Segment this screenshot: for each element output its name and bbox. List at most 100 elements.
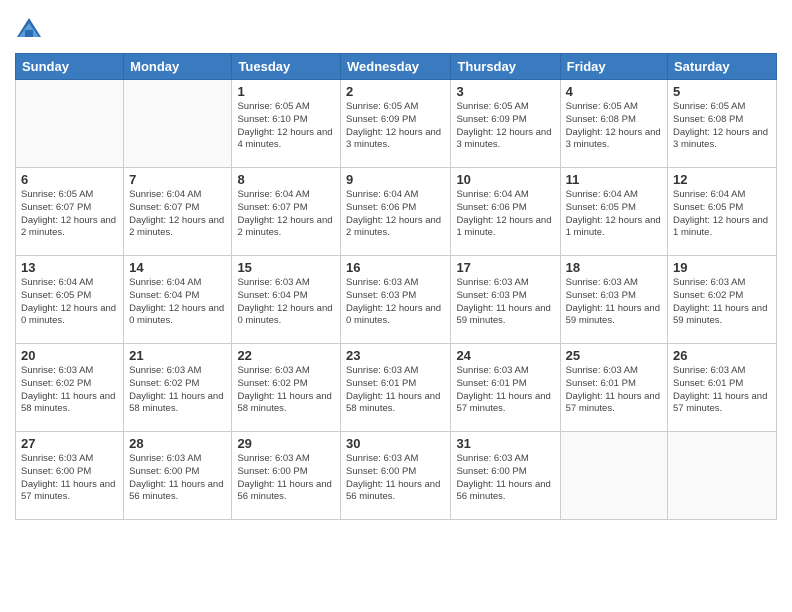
day-number: 2 <box>346 84 445 99</box>
calendar-cell: 22 Sunrise: 6:03 AM Sunset: 6:02 PM Dayli… <box>232 344 341 432</box>
calendar-cell: 3 Sunrise: 6:05 AM Sunset: 6:09 PM Daylig… <box>451 80 560 168</box>
day-info: Sunrise: 6:03 AM Sunset: 6:01 PM Dayligh… <box>456 365 554 416</box>
day-number: 9 <box>346 172 445 187</box>
calendar-cell: 11 Sunrise: 6:04 AM Sunset: 6:05 PM Dayli… <box>560 168 667 256</box>
calendar-cell: 9Sunrise: 6:04 AM Sunset: 6:06 PM Daylig… <box>341 168 451 256</box>
calendar-cell: 16 Sunrise: 6:03 AM Sunset: 6:03 PM Dayli… <box>341 256 451 344</box>
day-info: Sunrise: 6:03 AM Sunset: 6:02 PM Dayligh… <box>129 365 226 416</box>
day-number: 28 <box>129 436 226 451</box>
day-info: Sunrise: 6:05 AM Sunset: 6:09 PM Dayligh… <box>346 101 445 152</box>
logo-icon <box>15 15 43 43</box>
calendar-cell: 21Sunrise: 6:03 AM Sunset: 6:02 PM Dayli… <box>124 344 232 432</box>
calendar-cell: 30 Sunrise: 6:03 AM Sunset: 6:00 PM Dayli… <box>341 432 451 520</box>
calendar-cell: 28 Sunrise: 6:03 AM Sunset: 6:00 PM Dayli… <box>124 432 232 520</box>
day-info: Sunrise: 6:05 AM Sunset: 6:07 PM Dayligh… <box>21 189 118 240</box>
day-number: 6 <box>21 172 118 187</box>
day-number: 23 <box>346 348 445 363</box>
day-info: Sunrise: 6:03 AM Sunset: 6:02 PM Dayligh… <box>673 277 771 328</box>
day-number: 13 <box>21 260 118 275</box>
day-number: 22 <box>237 348 335 363</box>
weekday-header: Saturday <box>668 54 777 80</box>
day-number: 10 <box>456 172 554 187</box>
day-info: Sunrise: 6:03 AM Sunset: 6:02 PM Dayligh… <box>237 365 335 416</box>
calendar-cell: 10 Sunrise: 6:04 AM Sunset: 6:06 PM Dayli… <box>451 168 560 256</box>
day-info: Sunrise: 6:03 AM Sunset: 6:00 PM Dayligh… <box>129 453 226 504</box>
weekday-header: Thursday <box>451 54 560 80</box>
calendar-week-row: 20 Sunrise: 6:03 AM Sunset: 6:02 PM Dayli… <box>16 344 777 432</box>
calendar-cell: 12 Sunrise: 6:04 AM Sunset: 6:05 PM Dayli… <box>668 168 777 256</box>
day-info: Sunrise: 6:05 AM Sunset: 6:08 PM Dayligh… <box>673 101 771 152</box>
day-number: 16 <box>346 260 445 275</box>
calendar-cell: 26 Sunrise: 6:03 AM Sunset: 6:01 PM Dayli… <box>668 344 777 432</box>
calendar-cell: 31 Sunrise: 6:03 AM Sunset: 6:00 PM Dayli… <box>451 432 560 520</box>
day-number: 8 <box>237 172 335 187</box>
day-number: 29 <box>237 436 335 451</box>
day-number: 5 <box>673 84 771 99</box>
day-number: 15 <box>237 260 335 275</box>
day-info: Sunrise: 6:03 AM Sunset: 6:00 PM Dayligh… <box>21 453 118 504</box>
calendar-cell: 1Sunrise: 6:05 AM Sunset: 6:10 PM Daylig… <box>232 80 341 168</box>
day-number: 26 <box>673 348 771 363</box>
day-info: Sunrise: 6:03 AM Sunset: 6:03 PM Dayligh… <box>566 277 662 328</box>
day-info: Sunrise: 6:04 AM Sunset: 6:05 PM Dayligh… <box>673 189 771 240</box>
day-number: 1 <box>237 84 335 99</box>
day-number: 20 <box>21 348 118 363</box>
day-info: Sunrise: 6:05 AM Sunset: 6:08 PM Dayligh… <box>566 101 662 152</box>
calendar-cell: 19 Sunrise: 6:03 AM Sunset: 6:02 PM Dayli… <box>668 256 777 344</box>
calendar-cell <box>16 80 124 168</box>
day-number: 25 <box>566 348 662 363</box>
day-number: 17 <box>456 260 554 275</box>
calendar: SundayMondayTuesdayWednesdayThursdayFrid… <box>15 53 777 520</box>
day-info: Sunrise: 6:04 AM Sunset: 6:06 PM Dayligh… <box>456 189 554 240</box>
calendar-cell: 27 Sunrise: 6:03 AM Sunset: 6:00 PM Dayli… <box>16 432 124 520</box>
day-number: 11 <box>566 172 662 187</box>
weekday-header-row: SundayMondayTuesdayWednesdayThursdayFrid… <box>16 54 777 80</box>
calendar-cell <box>560 432 667 520</box>
weekday-header: Sunday <box>16 54 124 80</box>
weekday-header: Monday <box>124 54 232 80</box>
calendar-cell: 18 Sunrise: 6:03 AM Sunset: 6:03 PM Dayli… <box>560 256 667 344</box>
calendar-cell: 2 Sunrise: 6:05 AM Sunset: 6:09 PM Daylig… <box>341 80 451 168</box>
day-number: 31 <box>456 436 554 451</box>
day-number: 18 <box>566 260 662 275</box>
day-info: Sunrise: 6:03 AM Sunset: 6:00 PM Dayligh… <box>346 453 445 504</box>
day-info: Sunrise: 6:04 AM Sunset: 6:07 PM Dayligh… <box>237 189 335 240</box>
calendar-cell: 29 Sunrise: 6:03 AM Sunset: 6:00 PM Dayli… <box>232 432 341 520</box>
calendar-cell: 7Sunrise: 6:04 AM Sunset: 6:07 PM Daylig… <box>124 168 232 256</box>
calendar-week-row: 1Sunrise: 6:05 AM Sunset: 6:10 PM Daylig… <box>16 80 777 168</box>
calendar-week-row: 13Sunrise: 6:04 AM Sunset: 6:05 PM Dayli… <box>16 256 777 344</box>
day-number: 12 <box>673 172 771 187</box>
calendar-week-row: 6 Sunrise: 6:05 AM Sunset: 6:07 PM Daylig… <box>16 168 777 256</box>
calendar-cell: 13Sunrise: 6:04 AM Sunset: 6:05 PM Dayli… <box>16 256 124 344</box>
page: SundayMondayTuesdayWednesdayThursdayFrid… <box>0 0 792 612</box>
calendar-cell: 8 Sunrise: 6:04 AM Sunset: 6:07 PM Daylig… <box>232 168 341 256</box>
header <box>15 15 777 43</box>
day-info: Sunrise: 6:03 AM Sunset: 6:01 PM Dayligh… <box>566 365 662 416</box>
day-number: 19 <box>673 260 771 275</box>
day-info: Sunrise: 6:03 AM Sunset: 6:00 PM Dayligh… <box>237 453 335 504</box>
day-info: Sunrise: 6:04 AM Sunset: 6:07 PM Dayligh… <box>129 189 226 240</box>
day-info: Sunrise: 6:04 AM Sunset: 6:04 PM Dayligh… <box>129 277 226 328</box>
day-info: Sunrise: 6:04 AM Sunset: 6:05 PM Dayligh… <box>566 189 662 240</box>
calendar-cell: 4 Sunrise: 6:05 AM Sunset: 6:08 PM Daylig… <box>560 80 667 168</box>
calendar-cell: 17Sunrise: 6:03 AM Sunset: 6:03 PM Dayli… <box>451 256 560 344</box>
weekday-header: Tuesday <box>232 54 341 80</box>
calendar-cell: 25 Sunrise: 6:03 AM Sunset: 6:01 PM Dayli… <box>560 344 667 432</box>
weekday-header: Friday <box>560 54 667 80</box>
day-info: Sunrise: 6:03 AM Sunset: 6:01 PM Dayligh… <box>346 365 445 416</box>
logo <box>15 15 47 43</box>
day-info: Sunrise: 6:03 AM Sunset: 6:01 PM Dayligh… <box>673 365 771 416</box>
day-number: 4 <box>566 84 662 99</box>
calendar-cell: 23 Sunrise: 6:03 AM Sunset: 6:01 PM Dayli… <box>341 344 451 432</box>
day-number: 27 <box>21 436 118 451</box>
day-info: Sunrise: 6:03 AM Sunset: 6:03 PM Dayligh… <box>346 277 445 328</box>
calendar-cell: 15Sunrise: 6:03 AM Sunset: 6:04 PM Dayli… <box>232 256 341 344</box>
day-number: 3 <box>456 84 554 99</box>
day-info: Sunrise: 6:05 AM Sunset: 6:09 PM Dayligh… <box>456 101 554 152</box>
day-number: 24 <box>456 348 554 363</box>
day-info: Sunrise: 6:03 AM Sunset: 6:00 PM Dayligh… <box>456 453 554 504</box>
day-number: 30 <box>346 436 445 451</box>
calendar-cell: 20Sunrise: 6:03 AM Sunset: 6:02 PM Dayli… <box>16 344 124 432</box>
calendar-cell: 6 Sunrise: 6:05 AM Sunset: 6:07 PM Daylig… <box>16 168 124 256</box>
calendar-cell <box>668 432 777 520</box>
